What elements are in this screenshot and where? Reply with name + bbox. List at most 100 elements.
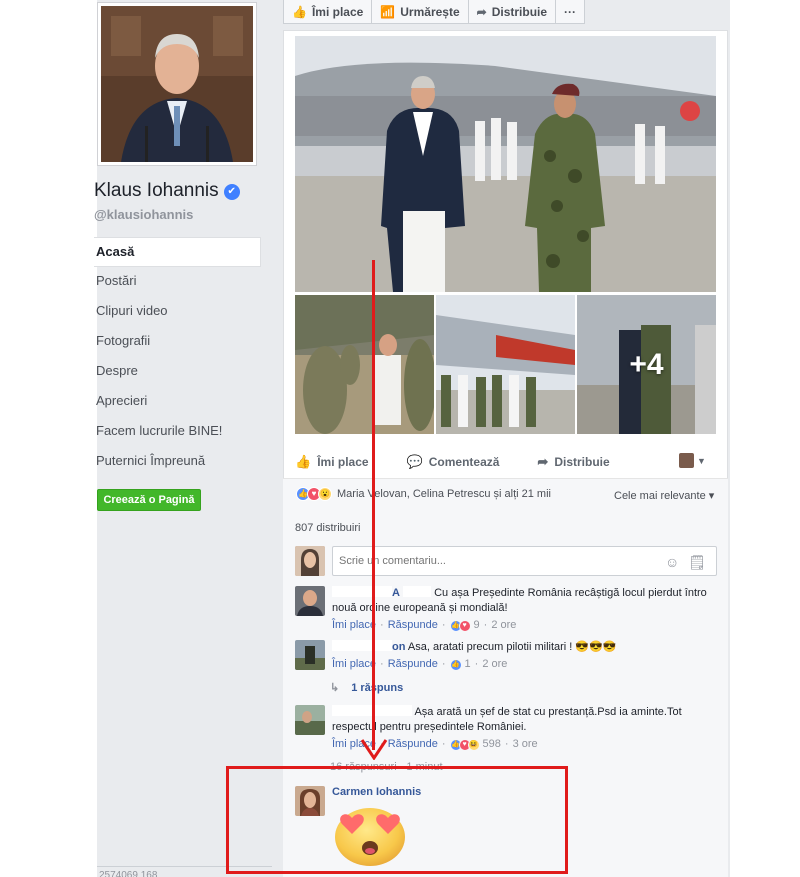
comment-body: Așa arată un șef de stat cu prestanță.Ps… [332, 705, 720, 752]
page-like-button[interactable]: 👍 Îmi place [284, 0, 373, 23]
redacted-name [332, 586, 392, 597]
profile-picture[interactable] [97, 2, 257, 166]
follow-button[interactable]: 📶 Urmărește [372, 0, 469, 23]
love-reaction-icon: ♥ [458, 619, 471, 632]
post-share-label: Distribuie [554, 455, 610, 469]
annotation-arrow-head-icon [360, 739, 388, 760]
comment-meta: Îmi place · Răspunde · 👍 ♥ 😆 598 · 3 ore [332, 737, 538, 752]
post-actions: 👍 Îmi place 💬 Comentează ➦ Distribuie [295, 450, 716, 474]
comment-reply-link[interactable]: Răspunde [388, 657, 438, 672]
haha-reaction-icon: 😆 [467, 738, 480, 751]
sidebar-item-aprecieri[interactable]: Aprecieri [94, 387, 261, 417]
profile-photo [101, 6, 253, 162]
redacted-name [332, 640, 392, 651]
comment-avatar[interactable] [295, 586, 325, 616]
post-share-button[interactable]: ➦ Distribuie [537, 454, 609, 470]
comment-body: A Cu așa Președinte România recâștigă lo… [332, 586, 720, 633]
post-comment-label: Comentează [428, 455, 500, 469]
comment-bubble-icon: 💬 [406, 454, 423, 469]
post-photo-thumb-1[interactable] [295, 295, 434, 434]
view-replies-link[interactable]: ↳ 1 răspuns [330, 681, 403, 694]
post-comment-button[interactable]: 💬 Comentează [407, 454, 500, 470]
chevron-down-icon: ▼ [697, 455, 706, 466]
page-action-bar: 👍 Îmi place 📶 Urmărește ➦ Distribuie ··· [283, 0, 586, 24]
follow-label: Urmărește [400, 4, 460, 19]
annotation-highlight-box [226, 766, 568, 874]
comment-1-avatar-image [295, 586, 325, 616]
current-user-avatar [295, 546, 325, 576]
page-share-button[interactable]: ➦ Distribuie [469, 0, 557, 23]
comment-time[interactable]: 3 ore [513, 737, 538, 752]
comment-sort-dropdown[interactable]: Cele mai relevante ▾ [614, 489, 714, 502]
comment-text: Asa, aratati precum pilotii militari ! 😎… [407, 641, 617, 653]
post-photo-thumb-2[interactable] [436, 295, 575, 434]
comment-2-avatar-image [295, 640, 325, 670]
replies-count: 1 răspuns [351, 682, 404, 694]
post-photo-thumb-3[interactable]: +4 [577, 295, 716, 434]
share-arrow-icon: ➦ [476, 4, 487, 19]
comment-avatar[interactable] [295, 705, 325, 735]
comment-3-avatar-image [295, 705, 325, 735]
sidebar-nav: Acasă Postări Clipuri video Fotografii D… [94, 237, 261, 477]
author-name-fragment: A [392, 587, 400, 599]
page-name-text: Klaus Iohannis [94, 180, 219, 201]
facebook-page: Klaus Iohannis ✔ @klausiohannis Acasă Pos… [0, 0, 800, 877]
sidebar-item-puternici-impreuna[interactable]: Puternici Împreună [94, 447, 261, 477]
comment-like-link[interactable]: Îmi place [332, 618, 376, 633]
reply-arrow-icon: ↳ [330, 682, 340, 694]
verified-icon: ✔ [223, 184, 240, 200]
comment-input-icons: ☺ 🗒 [665, 554, 706, 571]
sticker-icon[interactable]: 🗒 [688, 554, 706, 571]
user-avatar-image [295, 546, 325, 576]
page-handle[interactable]: @klausiohannis [94, 207, 193, 222]
comment-time[interactable]: 2 ore [491, 618, 516, 633]
comment-reaction-count[interactable]: 598 [483, 737, 501, 752]
reactions-summary[interactable]: 👍 ♥ 😮 Maria Velovan, Celina Petrescu și … [296, 487, 551, 501]
comment-reaction-count[interactable]: 1 [465, 657, 471, 672]
post-like-button[interactable]: 👍 Îmi place [295, 454, 369, 470]
more-button[interactable]: ··· [556, 0, 584, 23]
comment-body: on Asa, aratati precum pilotii militari … [332, 640, 720, 672]
more-photos-count[interactable]: +4 [577, 295, 716, 434]
comment-meta: Îmi place · Răspunde · 👍 1 · 2 ore [332, 657, 508, 672]
like-reaction-icon: 👍 [449, 658, 462, 671]
comment-avatar[interactable] [295, 640, 325, 670]
create-page-button[interactable]: Creează o Pagină [97, 489, 201, 511]
post-like-label: Îmi place [317, 455, 369, 469]
page-like-label: Îmi place [311, 4, 364, 19]
comment-reply-link[interactable]: Răspunde [388, 618, 438, 633]
rss-icon: 📶 [380, 4, 396, 19]
main-post-photo[interactable] [295, 36, 716, 292]
author-name-fragment: on [392, 641, 406, 653]
comment-author[interactable]: A [332, 586, 400, 599]
sidebar-item-clipuri-video[interactable]: Clipuri video [94, 297, 261, 327]
sidebar-item-acasa[interactable]: Acasă [94, 237, 261, 267]
sidebar-item-despre[interactable]: Despre [94, 357, 261, 387]
sidebar-item-fotografii[interactable]: Fotografii [94, 327, 261, 357]
thumb-1-image [295, 295, 434, 434]
comment-author[interactable]: on [332, 640, 406, 653]
comment-reply-link[interactable]: Răspunde [388, 737, 438, 752]
shares-count[interactable]: 807 distribuiri [295, 522, 360, 534]
thumb-2-image [436, 295, 575, 434]
comment-time[interactable]: 2 ore [482, 657, 507, 672]
comment-input[interactable] [332, 546, 717, 576]
sidebar-item-facem-lucrurile-bine[interactable]: Facem lucrurile BINE! [94, 417, 261, 447]
annotation-arrow-line [372, 260, 375, 750]
page-name[interactable]: Klaus Iohannis ✔ [94, 180, 240, 202]
share-arrow-icon: ➦ [537, 454, 549, 469]
page-share-label: Distribuie [491, 4, 548, 19]
reactions-names: Maria Velovan, Celina Petrescu și alți 2… [337, 488, 551, 500]
main-photo-image [295, 36, 716, 292]
comment-reaction-count[interactable]: 9 [474, 618, 480, 633]
thumbs-up-icon: 👍 [292, 4, 307, 19]
emoji-icon[interactable]: ☺ [665, 554, 679, 571]
post-as-selector[interactable]: ▼ [679, 453, 706, 468]
right-margin [730, 0, 800, 877]
left-margin [0, 0, 97, 877]
sidebar-item-postari[interactable]: Postări [94, 267, 261, 297]
comment-meta: Îmi place · Răspunde · 👍 ♥ 9 · 2 ore [332, 618, 517, 633]
viewer-avatar [679, 453, 694, 468]
comment-like-link[interactable]: Îmi place [332, 657, 376, 672]
thumbs-up-icon: 👍 [295, 454, 312, 469]
